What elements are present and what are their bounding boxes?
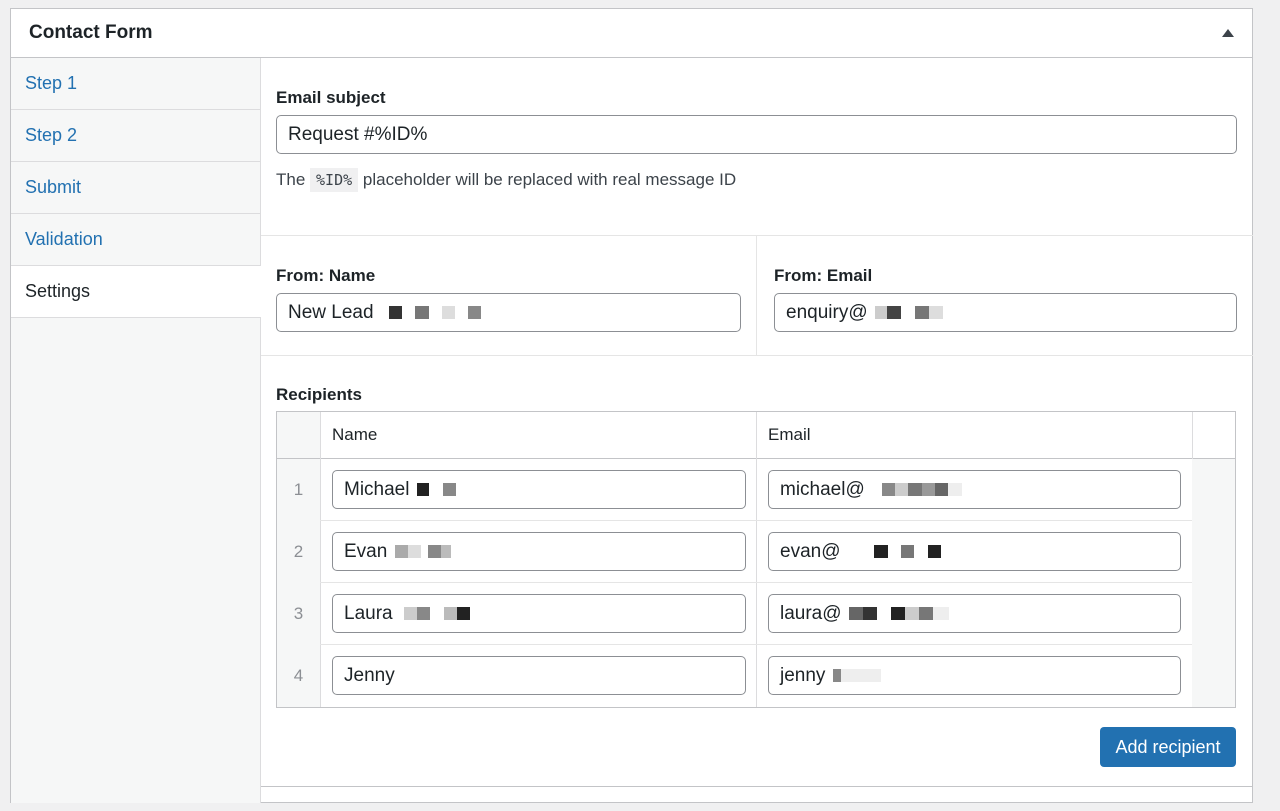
redacted-block bbox=[388, 306, 485, 320]
redacted-block bbox=[874, 306, 955, 320]
redacted-block bbox=[853, 545, 954, 559]
table-row: 3 Laura laura@ bbox=[277, 583, 1235, 645]
redacted-block bbox=[403, 607, 474, 621]
recipient-email-value: jenny bbox=[780, 665, 826, 686]
recipient-email-input[interactable]: evan@ bbox=[768, 532, 1181, 571]
sidebar-item-settings[interactable]: Settings bbox=[11, 266, 261, 318]
table-row: 1 Michael michael@ bbox=[277, 459, 1235, 521]
add-recipient-button[interactable]: Add recipient bbox=[1100, 727, 1236, 767]
recipient-name-input[interactable]: Jenny bbox=[332, 656, 746, 695]
recipient-email-value: michael@ bbox=[780, 479, 865, 500]
column-header-name: Name bbox=[332, 425, 378, 444]
row-number: 4 bbox=[277, 645, 320, 707]
column-divider bbox=[756, 236, 757, 355]
row-actions-cell bbox=[1192, 645, 1235, 707]
recipient-name-value: Michael bbox=[344, 479, 410, 500]
from-email-input[interactable]: enquiry@ bbox=[774, 293, 1237, 332]
column-header-email: Email bbox=[768, 425, 811, 444]
recipient-name-value: Laura bbox=[344, 603, 393, 624]
section-divider bbox=[261, 786, 1253, 787]
sidebar-item-step-2[interactable]: Step 2 bbox=[11, 110, 260, 162]
recipient-name-input[interactable]: Laura bbox=[332, 594, 746, 633]
redacted-block bbox=[394, 545, 451, 559]
email-subject-help: The %ID% placeholder will be replaced wi… bbox=[276, 168, 737, 192]
panel-header: Contact Form bbox=[11, 9, 1252, 58]
row-actions-cell bbox=[1192, 583, 1235, 645]
recipient-name-input[interactable]: Michael bbox=[332, 470, 746, 509]
from-name-value: New Lead bbox=[288, 302, 374, 323]
help-suffix: placeholder will be replaced with real m… bbox=[362, 170, 737, 189]
redacted-block bbox=[416, 483, 459, 497]
redacted-block bbox=[832, 669, 881, 683]
redacted-block bbox=[882, 483, 979, 497]
redacted-block bbox=[848, 607, 949, 621]
row-number: 2 bbox=[277, 521, 320, 583]
placeholder-code: %ID% bbox=[310, 168, 359, 192]
panel-title: Contact Form bbox=[29, 22, 153, 43]
sidebar-item-step-1[interactable]: Step 1 bbox=[11, 58, 260, 110]
triangle-up-icon[interactable] bbox=[1222, 29, 1234, 37]
row-actions-cell bbox=[1192, 521, 1235, 583]
sidebar-item-submit[interactable]: Submit bbox=[11, 162, 260, 214]
table-row: 4 Jenny jenny bbox=[277, 645, 1235, 707]
row-number: 3 bbox=[277, 583, 320, 645]
email-subject-input[interactable]: Request #%ID% bbox=[276, 115, 1237, 154]
email-subject-section: Email subject Request #%ID% The %ID% pla… bbox=[261, 58, 1253, 236]
email-subject-label: Email subject bbox=[276, 88, 386, 107]
row-actions-cell bbox=[1192, 459, 1235, 521]
from-name-label: From: Name bbox=[276, 266, 376, 285]
from-section: From: Name New Lead From: Email enquiry@ bbox=[261, 236, 1253, 356]
from-name-input[interactable]: New Lead bbox=[276, 293, 741, 332]
recipients-table: Name Email 1 Michael michael@ 2 Evan eva… bbox=[276, 411, 1236, 708]
header-num-cell bbox=[277, 412, 320, 458]
recipient-name-value: Evan bbox=[344, 541, 388, 562]
recipient-email-input[interactable]: michael@ bbox=[768, 470, 1181, 509]
settings-content: Email subject Request #%ID% The %ID% pla… bbox=[261, 58, 1253, 803]
recipients-label: Recipients bbox=[276, 385, 362, 404]
recipient-email-input[interactable]: jenny bbox=[768, 656, 1181, 695]
recipient-name-input[interactable]: Evan bbox=[332, 532, 746, 571]
help-prefix: The bbox=[276, 170, 306, 189]
row-number: 1 bbox=[277, 459, 320, 521]
recipient-email-value: evan@ bbox=[780, 541, 841, 562]
sidebar: Step 1 Step 2 Submit Validation Settings bbox=[11, 58, 261, 803]
from-email-label: From: Email bbox=[774, 266, 873, 285]
recipient-email-input[interactable]: laura@ bbox=[768, 594, 1181, 633]
recipient-email-value: laura@ bbox=[780, 603, 842, 624]
contact-form-panel: Contact Form Step 1 Step 2 Submit Valida… bbox=[10, 8, 1253, 803]
from-email-value: enquiry@ bbox=[786, 302, 868, 323]
sidebar-item-validation[interactable]: Validation bbox=[11, 214, 260, 266]
table-row: 2 Evan evan@ bbox=[277, 521, 1235, 583]
